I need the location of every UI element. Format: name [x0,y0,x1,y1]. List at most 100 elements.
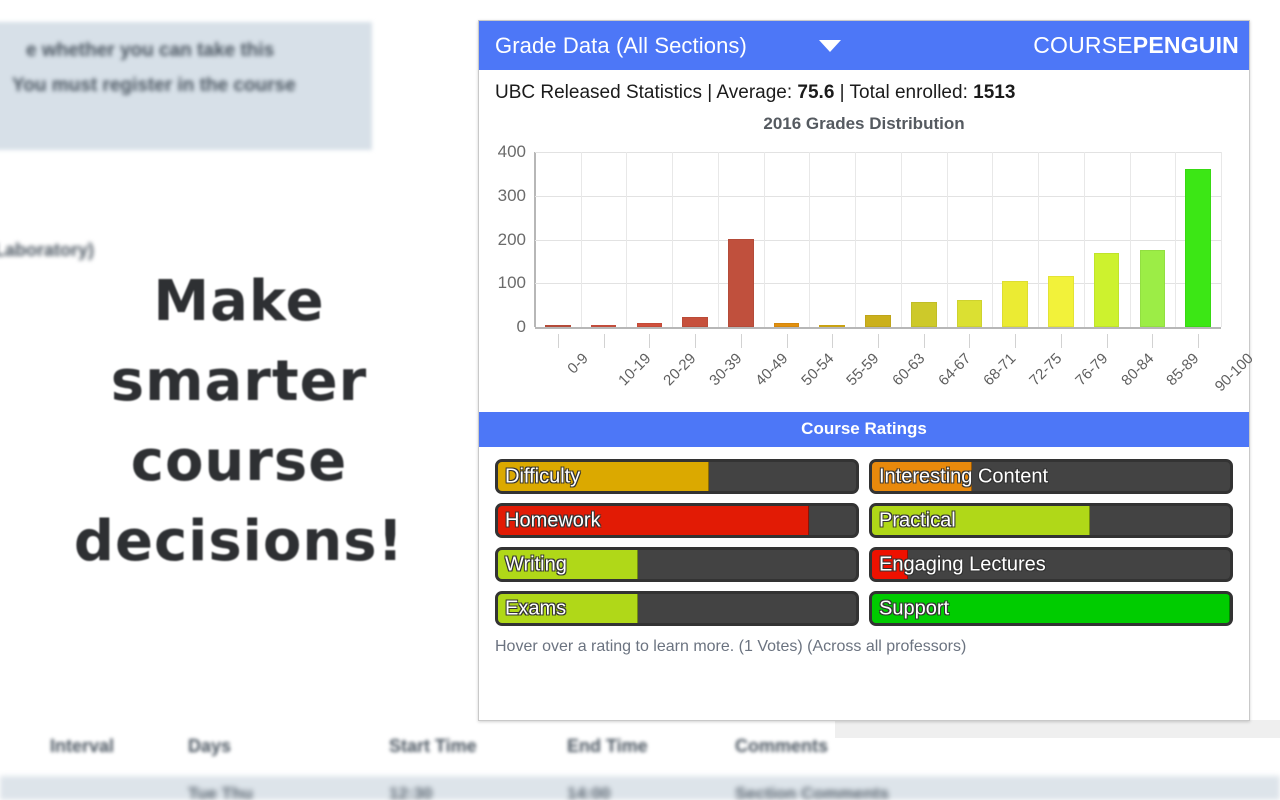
rating-interesting-content[interactable]: Interesting Content [869,459,1233,494]
x-tick-mark-68-71 [969,334,971,348]
x-tick-mark-0-9 [557,334,559,348]
x-label-60-63: 60-63 [889,350,929,390]
rating-label: Difficulty [505,465,581,487]
course-ratings-header: Course Ratings [479,412,1249,447]
chart-bars [535,152,1221,327]
chart-plot-area: 0 100 200 300 400 [498,142,1222,336]
rating-engaging-lectures[interactable]: Engaging Lectures [869,547,1233,582]
grades-distribution-chart: 2016 Grades Distribution 0 100 200 300 400 0… [479,112,1257,412]
y-tick-0: 0 [516,317,526,336]
y-tick-300: 300 [497,185,526,205]
rating-difficulty[interactable]: Difficulty [495,459,859,494]
bar-55-59[interactable] [819,325,846,327]
cell-comments: Section Comments [735,784,889,800]
coursepenguin-widget: Grade Data (All Sections) COURSEPENGUIN … [478,20,1257,721]
stats-source: UBC Released Statistics [495,82,702,103]
chevron-down-icon[interactable] [818,39,841,52]
ratings-note: Hover over a rating to learn more. (1 Vo… [495,638,967,655]
y-tick-400: 400 [497,142,526,161]
bar-10-19[interactable] [590,325,617,327]
bar-68-71[interactable] [956,300,983,327]
x-label-72-75: 72-75 [1026,350,1066,390]
enrolled-value: 1513 [973,82,1016,103]
brand-prefix: COURSE [1033,32,1133,58]
col-header-start-time: Start Time [389,736,477,756]
x-label-10-19: 10-19 [614,350,654,390]
x-label-80-84: 80-84 [1117,350,1158,390]
gridline-0 [535,327,1221,329]
background-callout-line-2: You must register in the course [12,75,296,96]
x-label-40-49: 40-49 [752,350,792,390]
col-header-end-time: End Time [567,736,648,756]
bar-20-29[interactable] [636,323,663,327]
average-label: Average: [716,82,798,103]
background-table-row: Tue Thu 12:30 14:00 Section Comments [0,776,1280,800]
x-tick-mark-55-59 [832,334,834,348]
bar-60-63[interactable] [865,314,891,327]
vertical-gridline-15 [1221,152,1222,327]
chart-title: 2016 Grades Distribution [763,114,965,133]
col-header-comments: Comments [735,736,829,756]
x-tick-mark-10-19 [603,334,605,348]
chart-x-axis-labels: 0-9 10-19 20-29 30-39 40-49 50-54 55-59 60-63 64… [535,334,1257,404]
x-tick-mark-90-100 [1198,334,1200,348]
x-label-76-79: 76-79 [1072,350,1112,390]
cell-end-time: 14:00 [567,784,611,800]
x-tick-mark-80-84 [1106,334,1108,348]
rating-label: Engaging Lectures [879,553,1046,575]
ratings-list: Difficulty Interesting Content Homework Pra… [479,447,1249,626]
rating-exams[interactable]: Exams [495,591,859,626]
headline-line-2: smarter course [110,349,368,494]
bar-72-75[interactable] [1002,281,1028,327]
stats-sep-2: | [834,82,850,103]
headline-line-1: Make [153,269,325,334]
rating-label: Exams [505,597,567,619]
x-tick-mark-72-75 [1015,334,1017,348]
x-tick-mark-85-89 [1152,334,1154,348]
headline-line-3: decisions! [73,509,405,574]
x-label-85-89: 85-89 [1163,350,1203,390]
bar-50-54[interactable] [773,323,800,327]
statistics-line: UBC Released Statistics | Average: 75.6 … [479,70,1249,110]
y-tick-200: 200 [497,229,526,249]
x-tick-mark-76-79 [1060,334,1062,348]
background-lab-note: (Laboratory) [0,240,95,260]
x-tick-mark-64-67 [923,334,925,348]
bar-30-39[interactable] [682,316,708,327]
x-tick-mark-30-39 [695,334,697,348]
brand-logo: COURSEPENGUIN [1033,32,1239,59]
rating-homework[interactable]: Homework [495,503,859,538]
cell-days: Tue Thu [188,784,253,800]
bar-64-67[interactable] [910,301,937,327]
brand-suffix: PENGUIN [1132,32,1239,58]
rating-practical[interactable]: Practical [869,503,1233,538]
bar-76-79[interactable] [1048,275,1074,327]
col-header-days: Days [188,736,232,756]
x-tick-mark-40-49 [740,334,742,348]
rating-label: Practical [879,509,956,531]
bar-85-89[interactable] [1139,249,1166,327]
rating-label: Support [879,597,950,619]
rating-support[interactable]: Support [869,591,1233,626]
rating-label: Interesting Content [879,465,1048,487]
x-label-20-29: 20-29 [660,350,700,390]
x-label-30-39: 30-39 [706,350,746,390]
x-label-68-71: 68-71 [980,350,1020,390]
background-table-header: Interval Days Start Time End Time Commen… [0,736,980,770]
grade-data-title: Grade Data (All Sections) [495,32,747,58]
bar-0-9[interactable] [545,325,571,327]
bar-40-49[interactable] [727,239,754,327]
x-label-64-67: 64-67 [934,350,975,390]
x-label-0-9: 0-9 [564,350,592,378]
y-tick-100: 100 [497,273,526,293]
rating-writing[interactable]: Writing [495,547,859,582]
x-tick-mark-50-54 [786,334,788,348]
col-header-interval: Interval [50,736,115,756]
x-tick-mark-20-29 [649,334,651,348]
enrolled-label: Total enrolled: [849,82,974,103]
average-value: 75.6 [797,82,835,103]
bar-80-84[interactable] [1093,252,1120,327]
cell-start-time: 12:30 [389,784,433,800]
bar-90-100[interactable] [1185,168,1211,327]
widget-header: Grade Data (All Sections) COURSEPENGUIN [479,21,1249,70]
